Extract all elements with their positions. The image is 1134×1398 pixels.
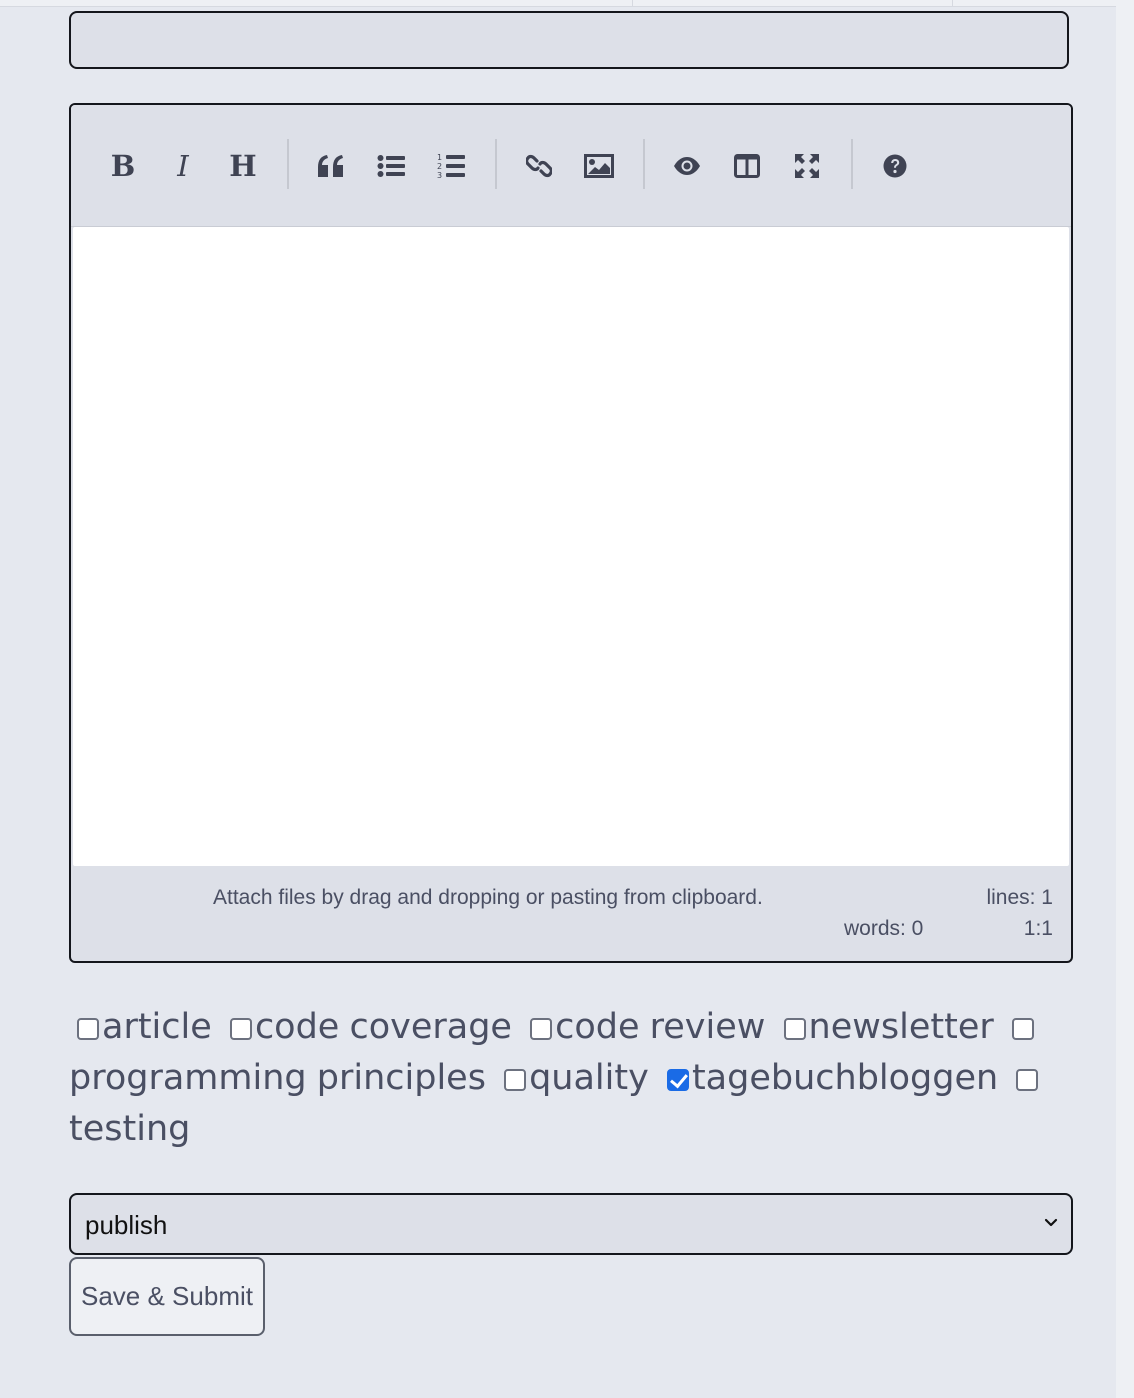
page-scroll-gutter	[1116, 0, 1134, 1398]
tag-label: newsletter	[808, 1007, 994, 1047]
side-by-side-button[interactable]	[727, 138, 767, 194]
save-submit-button[interactable]: Save & Submit	[69, 1257, 265, 1336]
publish-status-select[interactable]: publish	[69, 1193, 1073, 1255]
attach-files-hint: Attach files by drag and dropping or pas…	[213, 886, 763, 909]
tag-checkbox-checked[interactable]	[666, 1069, 689, 1091]
italic-button[interactable]: I	[163, 138, 203, 194]
svg-text:3: 3	[437, 171, 442, 180]
toolbar-separator	[287, 139, 289, 189]
tag-checkbox[interactable]	[1011, 1018, 1034, 1040]
unordered-list-button[interactable]	[371, 138, 411, 194]
help-icon	[883, 154, 907, 178]
tag-option-code-coverage[interactable]: code coverage	[222, 1007, 512, 1047]
tag-label: tagebuchbloggen	[691, 1058, 999, 1098]
tag-checkbox[interactable]	[530, 1018, 553, 1040]
side-by-side-icon	[734, 154, 760, 178]
tag-label: code review	[555, 1007, 766, 1047]
bold-button[interactable]: B	[103, 138, 143, 194]
unordered-list-icon	[377, 155, 405, 177]
top-divider	[952, 0, 953, 6]
toolbar-separator	[643, 139, 645, 189]
top-strip	[0, 0, 1134, 7]
help-button[interactable]	[875, 138, 915, 194]
tag-option-code-review[interactable]: code review	[522, 1007, 765, 1047]
top-divider	[632, 0, 633, 6]
word-count: words: 0	[844, 917, 924, 940]
select-value: publish	[85, 1210, 168, 1240]
fullscreen-icon	[795, 154, 819, 178]
tag-label: article	[102, 1007, 212, 1047]
image-button[interactable]	[579, 138, 619, 194]
markdown-editor: B I H 1 2 3 Attach files by drag and dro…	[69, 103, 1073, 963]
tag-checkbox[interactable]	[1016, 1069, 1039, 1091]
quote-icon	[318, 155, 343, 177]
link-button[interactable]	[519, 138, 559, 194]
heading-icon: H	[229, 148, 257, 183]
cursor-position: 1:1	[1023, 917, 1053, 940]
tag-checkbox[interactable]	[77, 1018, 99, 1040]
tag-label: code coverage	[254, 1007, 512, 1047]
tag-checkbox-group: article code coverage code review newsle…	[69, 1002, 1073, 1155]
bold-icon: B	[110, 148, 136, 183]
tag-label: programming principles	[69, 1058, 486, 1098]
link-icon	[526, 154, 552, 178]
editor-content[interactable]	[73, 227, 1069, 866]
preview-eye-icon	[674, 157, 700, 175]
svg-text:2: 2	[437, 162, 442, 171]
italic-icon: I	[177, 148, 189, 183]
tag-label: quality	[529, 1058, 649, 1098]
svg-text:1: 1	[437, 153, 442, 162]
tag-option-tagebuchbloggen[interactable]: tagebuchbloggen	[659, 1058, 998, 1098]
ordered-list-button[interactable]: 1 2 3	[431, 138, 471, 194]
quote-button[interactable]	[311, 138, 351, 194]
tag-option-newsletter[interactable]: newsletter	[776, 1007, 994, 1047]
line-count: lines: 1	[986, 886, 1053, 909]
toolbar-separator	[495, 139, 497, 189]
ordered-list-icon: 1 2 3	[437, 153, 465, 180]
image-icon	[584, 154, 614, 178]
tag-checkbox[interactable]	[783, 1018, 806, 1040]
fullscreen-button[interactable]	[787, 138, 827, 194]
tag-checkbox[interactable]	[229, 1018, 252, 1040]
tag-option-article[interactable]: article	[69, 1007, 212, 1047]
tag-label: testing	[69, 1109, 191, 1149]
tag-checkbox[interactable]	[504, 1069, 527, 1091]
tag-option-quality[interactable]: quality	[496, 1058, 649, 1098]
heading-button[interactable]: H	[223, 138, 263, 194]
editor-toolbar: B I H 1 2 3	[71, 105, 1071, 227]
preview-button[interactable]	[667, 138, 707, 194]
chevron-down-icon	[1044, 1218, 1058, 1227]
toolbar-separator	[851, 139, 853, 189]
title-input[interactable]	[69, 11, 1069, 69]
